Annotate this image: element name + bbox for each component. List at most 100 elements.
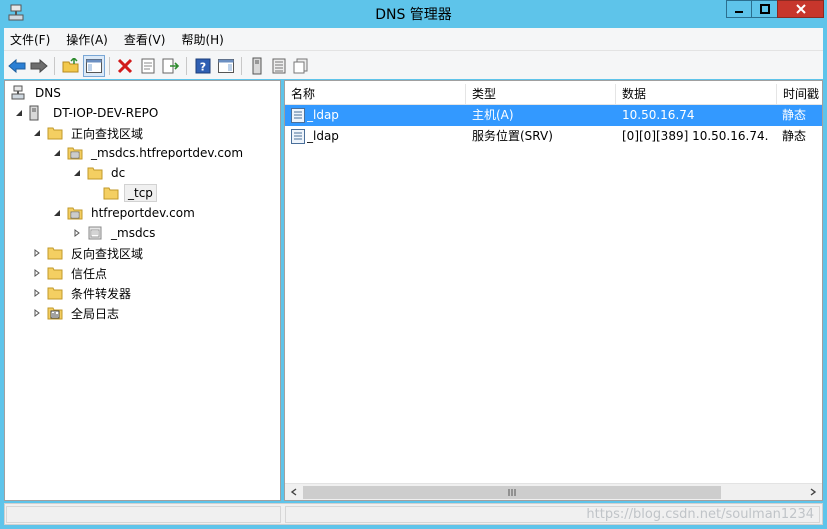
status-segment bbox=[6, 506, 281, 523]
up-one-level-button[interactable] bbox=[60, 55, 82, 77]
table-row[interactable]: _ldap 主机(A) 10.50.16.74 静态 bbox=[285, 105, 822, 126]
console-tree[interactable]: DNS DT-IOP-DEV-REPO 正向查找区域 _msdcs.htfrep… bbox=[4, 80, 281, 501]
tree-label: DT-IOP-DEV-REPO bbox=[53, 106, 159, 120]
dns-record-icon bbox=[291, 129, 305, 144]
scroll-right-button[interactable] bbox=[805, 485, 821, 499]
server-icon bbox=[252, 57, 262, 75]
status-bar: https://blog.csdn.net/soulman1234 bbox=[4, 503, 823, 525]
server-button[interactable] bbox=[246, 55, 268, 77]
show-hide-tree-button[interactable] bbox=[83, 55, 105, 77]
window-title: DNS 管理器 bbox=[375, 7, 452, 23]
toolbar-separator bbox=[54, 57, 55, 75]
tree-item-tcp[interactable]: _tcp bbox=[103, 183, 157, 203]
collapsed-triangle-icon[interactable] bbox=[31, 287, 43, 299]
tree-item-forward-lookup-zones[interactable]: 正向查找区域 bbox=[31, 123, 146, 143]
back-arrow-icon bbox=[8, 58, 26, 74]
zone-list-button[interactable] bbox=[268, 55, 290, 77]
toolbar: ? bbox=[4, 50, 823, 79]
tree-label: dc bbox=[111, 166, 126, 180]
tree-label: DNS bbox=[35, 86, 61, 100]
expanded-triangle-icon[interactable] bbox=[51, 147, 63, 159]
tree-item-msdcs-delegation[interactable]: _msdcs bbox=[71, 223, 158, 243]
maximize-button[interactable] bbox=[751, 0, 778, 18]
minimize-button[interactable] bbox=[726, 0, 752, 18]
column-header-type[interactable]: 类型 bbox=[466, 84, 616, 105]
server-computer-icon bbox=[29, 105, 45, 121]
tree-label: _msdcs bbox=[111, 226, 156, 240]
tree-item-trust-points[interactable]: 信任点 bbox=[31, 263, 110, 283]
up-folder-icon bbox=[62, 58, 79, 73]
collapsed-triangle-icon[interactable] bbox=[31, 267, 43, 279]
action-pane-button[interactable] bbox=[215, 55, 237, 77]
title-bar[interactable]: DNS 管理器 bbox=[0, 0, 827, 26]
tree-item-dc[interactable]: dc bbox=[71, 163, 128, 183]
grip-icon bbox=[508, 489, 516, 496]
forward-button[interactable] bbox=[28, 55, 50, 77]
properties-button[interactable] bbox=[137, 55, 159, 77]
maximize-icon bbox=[759, 4, 770, 14]
event-log-icon bbox=[47, 305, 63, 321]
tree-label: 条件转发器 bbox=[71, 286, 132, 301]
tree-label: _msdcs.htfreportdev.com bbox=[91, 146, 244, 160]
record-timestamp: 静态 bbox=[782, 129, 807, 143]
svg-text:?: ? bbox=[200, 61, 206, 74]
tree-item-msdcs-zone[interactable]: _msdcs.htfreportdev.com bbox=[51, 143, 246, 163]
expanded-triangle-icon[interactable] bbox=[31, 127, 43, 139]
tree-item-reverse-lookup-zones[interactable]: 反向查找区域 bbox=[31, 243, 146, 263]
tree-item-dns[interactable]: DNS bbox=[11, 83, 64, 103]
expanded-triangle-icon[interactable] bbox=[71, 167, 83, 179]
show-hide-tree-icon bbox=[86, 59, 102, 73]
copy-records-icon bbox=[293, 58, 308, 74]
properties-icon bbox=[141, 58, 155, 74]
scroll-thumb[interactable] bbox=[303, 486, 721, 499]
table-row[interactable]: _ldap 服务位置(SRV) [0][0][389] 10.50.16.74.… bbox=[285, 126, 822, 147]
delegated-zone-icon bbox=[87, 225, 103, 241]
menu-bar: 文件(F) 操作(A) 查看(V) 帮助(H) bbox=[4, 28, 823, 50]
menu-file[interactable]: 文件(F) bbox=[10, 31, 50, 48]
collapsed-triangle-icon[interactable] bbox=[71, 227, 83, 239]
expanded-triangle-icon[interactable] bbox=[51, 207, 63, 219]
collapsed-triangle-icon[interactable] bbox=[31, 307, 43, 319]
zone-list-icon bbox=[272, 58, 286, 74]
delete-button[interactable] bbox=[114, 55, 136, 77]
menu-help[interactable]: 帮助(H) bbox=[181, 31, 223, 48]
help-button[interactable]: ? bbox=[192, 55, 214, 77]
record-name: _ldap bbox=[307, 129, 339, 143]
back-button[interactable] bbox=[6, 55, 28, 77]
tree-item-htfreportdev-zone[interactable]: htfreportdev.com bbox=[51, 203, 198, 223]
copy-records-button[interactable] bbox=[290, 55, 312, 77]
toolbar-separator bbox=[109, 57, 110, 75]
close-button[interactable] bbox=[777, 0, 824, 18]
tree-item-global-logs[interactable]: 全局日志 bbox=[31, 303, 122, 323]
scroll-left-button[interactable] bbox=[286, 485, 302, 499]
forward-arrow-icon bbox=[30, 58, 48, 74]
column-header-timestamp[interactable]: 时间戳 bbox=[777, 84, 822, 105]
tree-label: 正向查找区域 bbox=[71, 126, 144, 141]
horizontal-scrollbar[interactable] bbox=[285, 483, 822, 500]
menu-view[interactable]: 查看(V) bbox=[124, 31, 166, 48]
folder-icon bbox=[47, 285, 63, 301]
record-timestamp: 静态 bbox=[782, 108, 807, 122]
collapsed-triangle-icon[interactable] bbox=[31, 247, 43, 259]
close-icon bbox=[795, 4, 806, 14]
chevron-left-icon bbox=[290, 488, 297, 496]
record-name: _ldap bbox=[307, 108, 339, 122]
folder-icon bbox=[47, 245, 63, 261]
list-header: 名称 类型 数据 时间戳 bbox=[285, 84, 822, 105]
expanded-triangle-icon[interactable] bbox=[13, 107, 25, 119]
folder-icon bbox=[47, 265, 63, 281]
watermark-text: https://blog.csdn.net/soulman1234 bbox=[586, 507, 814, 522]
dns-root-icon bbox=[11, 85, 27, 101]
export-list-icon bbox=[162, 58, 180, 74]
export-list-button[interactable] bbox=[160, 55, 182, 77]
column-header-data[interactable]: 数据 bbox=[616, 84, 777, 105]
menu-action[interactable]: 操作(A) bbox=[66, 31, 108, 48]
tree-label-selected: _tcp bbox=[124, 184, 157, 202]
tree-item-server[interactable]: DT-IOP-DEV-REPO bbox=[13, 103, 161, 123]
folder-icon bbox=[103, 185, 119, 201]
column-header-name[interactable]: 名称 bbox=[285, 84, 466, 105]
tree-label: htfreportdev.com bbox=[91, 206, 195, 220]
chevron-right-icon bbox=[810, 488, 817, 496]
tree-item-conditional-forwarders[interactable]: 条件转发器 bbox=[31, 283, 134, 303]
record-list[interactable]: 名称 类型 数据 时间戳 _ldap 主机(A) 10.50.16.74 静态 … bbox=[284, 80, 823, 501]
